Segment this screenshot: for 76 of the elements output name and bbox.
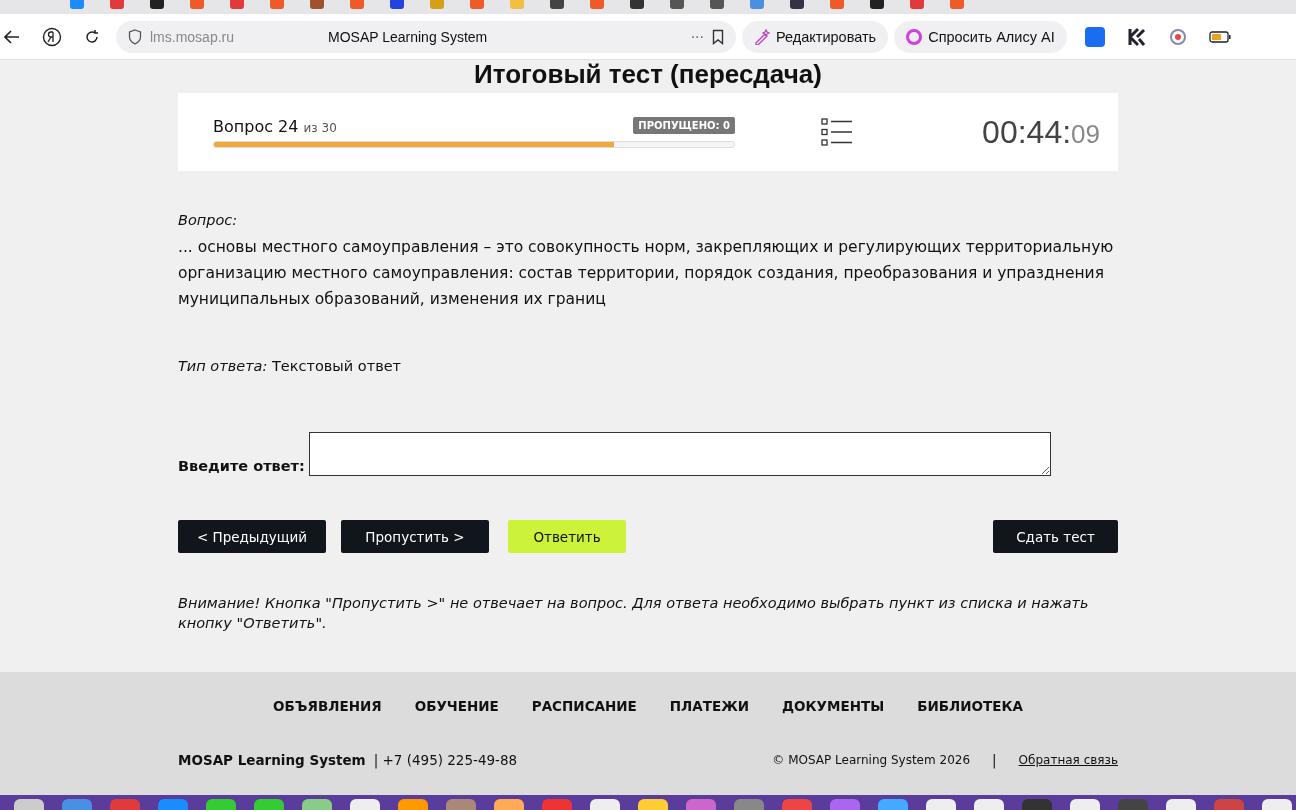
footer-nav-link[interactable]: РАСПИСАНИЕ (531, 698, 637, 714)
tab-icon[interactable] (150, 0, 164, 9)
bookmark-icon[interactable] (712, 28, 724, 45)
footer-phone: | +7 (495) 225-49-88 (373, 752, 518, 768)
edit-button[interactable]: Редактировать (742, 20, 889, 53)
tab-icon[interactable] (70, 0, 84, 9)
answer-label: Введите ответ: (178, 458, 305, 476)
dock-app-icon[interactable] (254, 799, 284, 810)
tab-icon[interactable] (710, 0, 724, 9)
magic-wand-icon (754, 28, 770, 45)
dock-app-icon[interactable] (1262, 799, 1292, 810)
url-text: lms.mosap.ru (150, 28, 236, 45)
footer-separator: | (992, 752, 997, 768)
answer-type-text: Тип ответа: Текстовый ответ (178, 358, 403, 374)
browser-logo-icon[interactable] (42, 26, 62, 47)
extension-icon[interactable] (1126, 26, 1147, 47)
dock-app-icon[interactable] (398, 799, 428, 810)
nav-button[interactable]: < Предыдущий (178, 520, 326, 553)
tab-icon[interactable] (670, 0, 684, 9)
dock-app-icon[interactable] (302, 799, 332, 810)
feedback-link[interactable]: Обратная связь (1018, 753, 1118, 767)
test-title: Итоговый тест (пересдача) (473, 60, 823, 91)
footer-nav-link[interactable]: ПЛАТЕЖИ (669, 698, 750, 714)
nav-button[interactable]: Пропустить > (341, 520, 489, 553)
dock-app-icon[interactable] (974, 799, 1004, 810)
tab-icon[interactable] (550, 0, 564, 9)
notice-text: Внимание! Кнопка "Пропустить >" не отвечает на вопрос. Для ответа необходимо выбрать пункт из списка и нажать кнопку "Ответить". (178, 594, 1090, 633)
tab-icon[interactable] (470, 0, 484, 9)
tab-icon[interactable] (590, 0, 604, 9)
timer-text: 00:44:09 (982, 113, 1100, 151)
more-button[interactable]: ··· (690, 28, 704, 45)
tab-icon[interactable] (390, 0, 404, 9)
tab-icon[interactable] (790, 0, 804, 9)
tab-icon[interactable] (310, 0, 324, 9)
dock-app-icon[interactable] (590, 799, 620, 810)
dock-app-icon[interactable] (1070, 799, 1100, 810)
dock-app-icon[interactable] (350, 799, 380, 810)
question-list-icon[interactable] (821, 118, 853, 146)
tab-icon[interactable] (870, 0, 884, 9)
copyright-text: © MOSAP Learning System 2026 (772, 753, 971, 767)
dock-app-icon[interactable] (926, 799, 956, 810)
tab-icon[interactable] (230, 0, 244, 9)
dock-app-icon[interactable] (206, 799, 236, 810)
reload-icon[interactable] (84, 28, 100, 45)
shield-icon (128, 28, 142, 45)
tab-icon[interactable] (750, 0, 764, 9)
back-icon[interactable] (4, 29, 20, 44)
tab-icon[interactable] (350, 0, 364, 9)
tab-icon[interactable] (190, 0, 204, 9)
footer-nav-link[interactable]: ОБЪЯВЛЕНИЯ (273, 698, 382, 714)
question-label: Вопрос: (178, 212, 239, 228)
skipped-badge: ПРОПУЩЕНО: 0 (633, 116, 735, 134)
footer-nav-link[interactable]: БИБЛИОТЕКА (917, 698, 1023, 714)
ask-alice-button[interactable]: Спросить Алису AI (894, 20, 1067, 53)
dock-app-icon[interactable] (1166, 799, 1196, 810)
battery-icon[interactable] (1208, 30, 1231, 43)
dock-app-icon[interactable] (494, 799, 524, 810)
tab-icon[interactable] (950, 0, 964, 9)
footer-brand: MOSAP Learning System (178, 752, 366, 768)
tab-icon[interactable] (270, 0, 284, 9)
tab-icon[interactable] (110, 0, 124, 9)
address-bar[interactable]: lms.mosap.ru MOSAP Learning System ··· (116, 20, 736, 53)
question-text: ... основы местного самоуправления – это совокупность норм, закрепляющих и регулирующих территориальную организацию местного самоуправления: состав территории, порядок создания, преобразования и упразднения муниципальных образований, изменения их границ (178, 237, 1115, 310)
tab-icon[interactable] (910, 0, 924, 9)
answer-field[interactable] (308, 432, 1051, 476)
footer-nav-link[interactable]: ОБУЧЕНИЕ (414, 698, 499, 714)
submit-test-button[interactable]: Сдать тест (993, 520, 1118, 553)
footer-nav-link[interactable]: ДОКУМЕНТЫ (782, 698, 885, 714)
tab-icon[interactable] (830, 0, 844, 9)
answer-button[interactable]: Ответить (508, 520, 626, 553)
tab-icon[interactable] (630, 0, 644, 9)
dock-app-icon[interactable] (638, 799, 668, 810)
dock-app-icon[interactable] (14, 799, 44, 810)
question-counter: Вопрос 24 из 30 (213, 116, 337, 136)
dock-app-icon[interactable] (878, 799, 908, 810)
page-title-text: MOSAP Learning System (328, 28, 489, 45)
